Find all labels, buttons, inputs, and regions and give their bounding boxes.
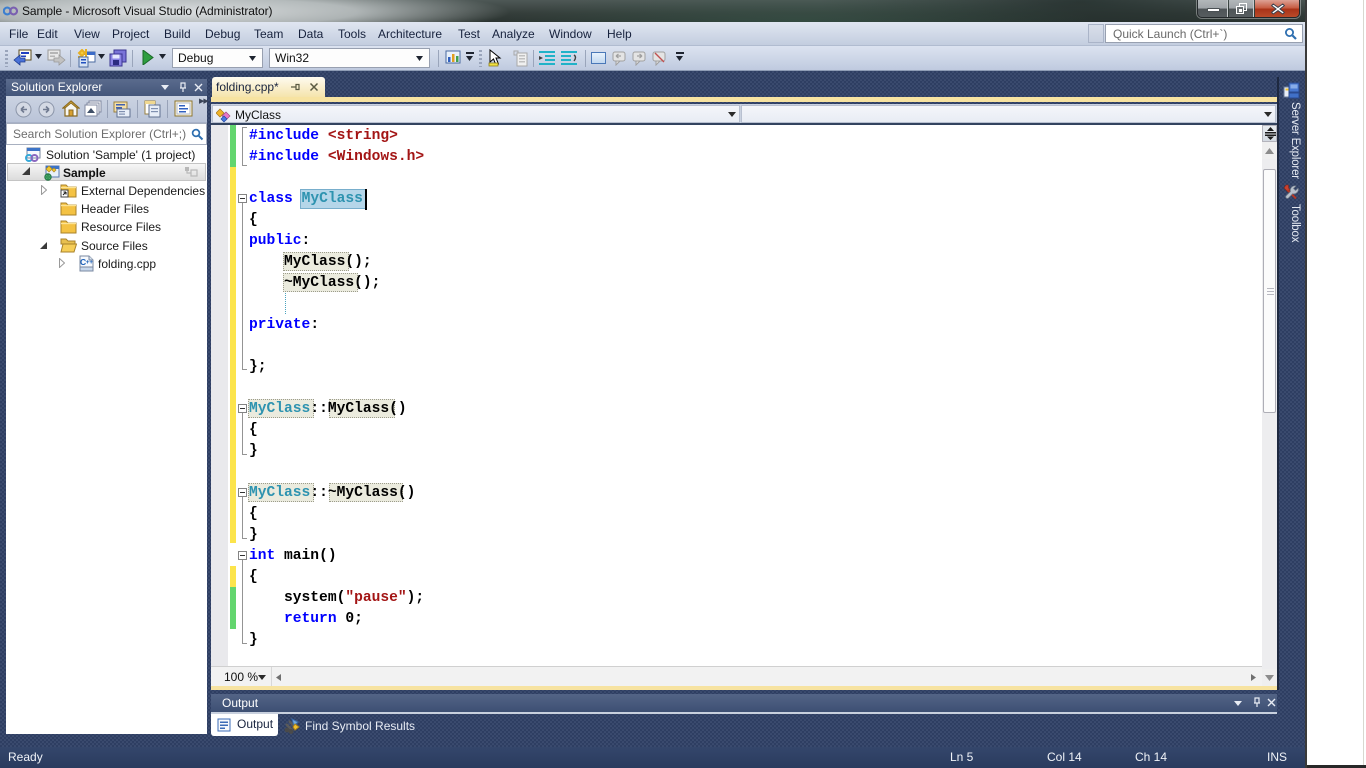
svg-text:++: ++ <box>86 259 94 266</box>
